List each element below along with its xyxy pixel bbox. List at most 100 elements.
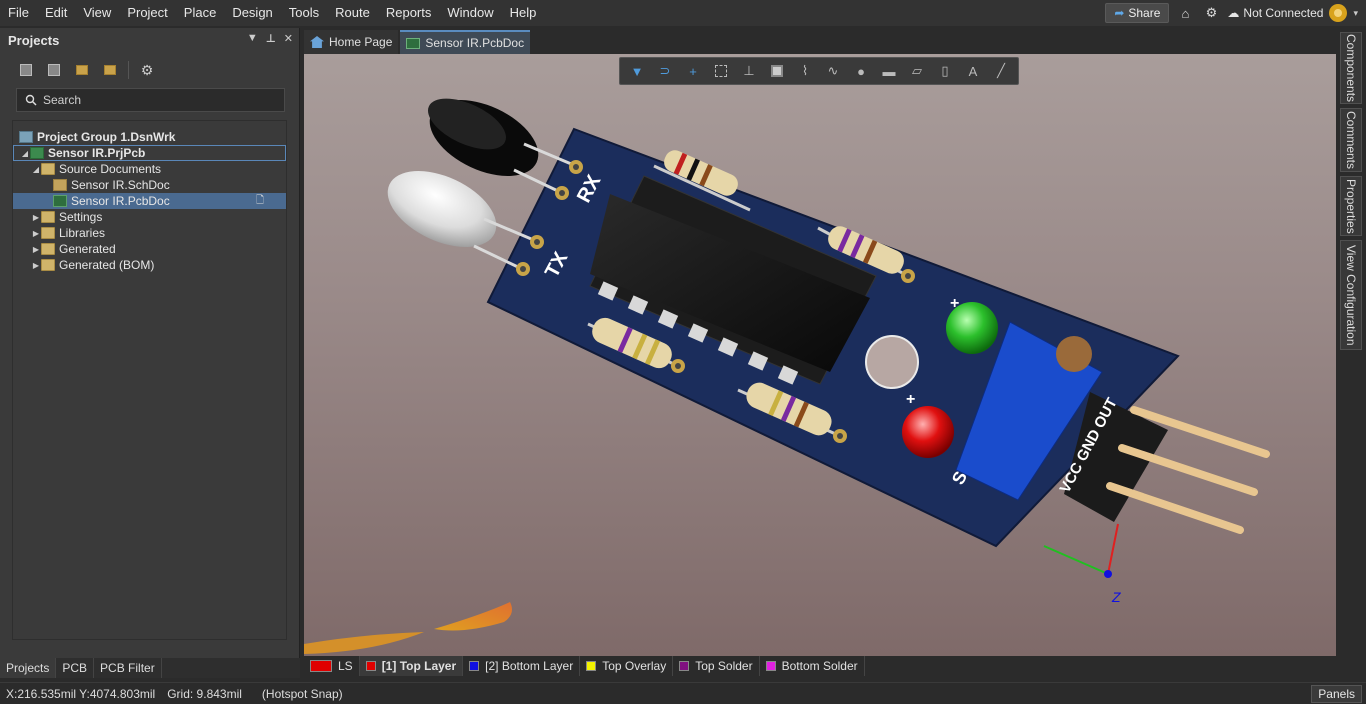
- project-icon: [30, 147, 44, 159]
- tab-pcb[interactable]: PCB: [56, 658, 95, 678]
- menu-help[interactable]: Help: [502, 0, 545, 26]
- tree-item-source-documents[interactable]: ◢ Source Documents: [13, 161, 286, 177]
- cross-select-icon[interactable]: +: [680, 60, 706, 82]
- route-icon[interactable]: ⌇: [792, 60, 818, 82]
- connection-icon: ☁: [1227, 6, 1240, 20]
- menu-edit[interactable]: Edit: [37, 0, 75, 26]
- settings-gear-icon[interactable]: ⚙: [137, 61, 157, 79]
- tree-item-pcbdoc[interactable]: Sensor IR.PcbDoc 🗋: [13, 193, 286, 209]
- project-options-icon[interactable]: [100, 61, 120, 79]
- tree-item-generated[interactable]: ▶ Generated: [13, 241, 286, 257]
- tab-comments[interactable]: Comments: [1340, 108, 1362, 172]
- avatar[interactable]: [1329, 4, 1348, 22]
- 3d-object-cone: [434, 602, 512, 631]
- search-input[interactable]: [43, 93, 263, 107]
- expand-icon[interactable]: ◢: [31, 165, 41, 174]
- expand-icon[interactable]: ▶: [31, 245, 41, 254]
- menu-tools[interactable]: Tools: [281, 0, 327, 26]
- dimension-icon[interactable]: ▱: [904, 60, 930, 82]
- layer-tab-top-overlay[interactable]: Top Overlay: [580, 656, 674, 676]
- tab-components[interactable]: Components: [1340, 32, 1362, 104]
- menu-reports[interactable]: Reports: [378, 0, 440, 26]
- save-icon[interactable]: [16, 61, 36, 79]
- save-all-icon[interactable]: [44, 61, 64, 79]
- schematic-icon: [53, 179, 67, 191]
- tree-item-libraries[interactable]: ▶ Libraries: [13, 225, 286, 241]
- menu-place[interactable]: Place: [176, 0, 225, 26]
- diff-pair-icon[interactable]: ∿: [820, 60, 846, 82]
- folder-icon: [41, 211, 55, 223]
- tab-properties[interactable]: Properties: [1340, 176, 1362, 236]
- expand-icon[interactable]: ▶: [31, 213, 41, 222]
- text-icon[interactable]: A: [960, 60, 986, 82]
- layer-swatch: [679, 661, 690, 671]
- tab-sensor-pcbdoc[interactable]: Sensor IR.PcbDoc: [400, 30, 531, 54]
- menu-design[interactable]: Design: [224, 0, 280, 26]
- tab-pcb-filter[interactable]: PCB Filter: [94, 658, 162, 678]
- gear-icon[interactable]: ⚙: [1201, 3, 1221, 23]
- tree-item-schdoc[interactable]: Sensor IR.SchDoc: [13, 177, 286, 193]
- select-box-icon[interactable]: [708, 60, 734, 82]
- tree-item-project[interactable]: ◢ Sensor IR.PrjPcb: [13, 145, 286, 161]
- axis-gizmo: Z: [1043, 523, 1121, 605]
- home-page-icon: [310, 36, 324, 48]
- menu-window[interactable]: Window: [439, 0, 501, 26]
- menu-view[interactable]: View: [75, 0, 119, 26]
- expand-icon[interactable]: ◢: [20, 149, 30, 158]
- document-tabs: Home Page Sensor IR.PcbDoc: [304, 28, 1336, 54]
- folder-icon: [41, 163, 55, 175]
- share-button[interactable]: ➦ Share: [1105, 3, 1170, 23]
- line-icon[interactable]: ╱: [988, 60, 1014, 82]
- active-bar: ▼ ⊃ + ⊥ ⌇ ∿ ● ▬ ▱ ▯ A ╱: [619, 57, 1019, 85]
- layer-tab-bottom-solder[interactable]: Bottom Solder: [760, 656, 865, 676]
- potentiometer-knob: [1056, 336, 1092, 372]
- layer-set-button[interactable]: LS: [304, 656, 360, 676]
- expand-icon[interactable]: ▶: [31, 261, 41, 270]
- tab-projects[interactable]: Projects: [0, 658, 57, 678]
- layer-tabs: LS [1] Top Layer [2] Bottom Layer Top Ov…: [304, 656, 1336, 676]
- layer-tab-top-solder[interactable]: Top Solder: [673, 656, 760, 676]
- tree-item-project-group[interactable]: Project Group 1.DsnWrk: [13, 129, 286, 145]
- component-icon[interactable]: [764, 60, 790, 82]
- via-icon[interactable]: ●: [848, 60, 874, 82]
- folder-icon: [41, 243, 55, 255]
- header-pin-3: [1106, 482, 1244, 534]
- panels-button[interactable]: Panels: [1311, 685, 1362, 703]
- tree-item-settings[interactable]: ▶ Settings: [13, 209, 286, 225]
- connection-status[interactable]: ☁ Not Connected: [1227, 6, 1323, 20]
- layer-tab-top[interactable]: [1] Top Layer: [359, 656, 464, 676]
- project-group-icon: [19, 131, 33, 143]
- z-axis-label: Z: [1111, 589, 1121, 605]
- menu-project[interactable]: Project: [119, 0, 175, 26]
- menu-route[interactable]: Route: [327, 0, 378, 26]
- pcb-3d-viewport[interactable]: RX TX + + S VCC GND OUT Z ▼ ⊃ + ⊥ ⌇ ∿ ● …: [304, 54, 1336, 656]
- open-project-icon[interactable]: [72, 61, 92, 79]
- tab-home-page[interactable]: Home Page: [304, 30, 399, 54]
- search-icon: [25, 94, 37, 106]
- layer-swatch: [586, 661, 597, 671]
- menu-file[interactable]: File: [0, 0, 37, 26]
- layer-swatch: [365, 661, 376, 671]
- search-box[interactable]: [16, 88, 285, 112]
- interactive-routing-icon[interactable]: ⊃: [652, 60, 678, 82]
- align-icon[interactable]: ⊥: [736, 60, 762, 82]
- home-icon[interactable]: ⌂: [1175, 3, 1195, 23]
- panel-title: Projects ▼ ⊥ ✕: [8, 32, 293, 48]
- layer-tab-bottom[interactable]: [2] Bottom Layer: [463, 656, 581, 676]
- filter-icon[interactable]: ▼: [624, 60, 650, 82]
- pin-icon[interactable]: ⊥: [266, 32, 276, 45]
- pcb-icon: [53, 195, 67, 207]
- polygon-icon[interactable]: ▬: [876, 60, 902, 82]
- grid-size: Grid: 9.843mil: [167, 686, 242, 701]
- red-led: [902, 406, 954, 458]
- measure-icon[interactable]: ▯: [932, 60, 958, 82]
- chevron-down-icon[interactable]: ▾: [1353, 8, 1358, 19]
- share-icon: ➦: [1114, 6, 1125, 20]
- panel-menu-icon[interactable]: ▼: [247, 32, 258, 45]
- close-icon[interactable]: ✕: [284, 32, 293, 45]
- tab-view-configuration[interactable]: View Configuration: [1340, 240, 1362, 350]
- expand-icon[interactable]: ▶: [31, 229, 41, 238]
- tree-item-generated-bom[interactable]: ▶ Generated (BOM): [13, 257, 286, 273]
- folder-icon: [41, 227, 55, 239]
- folder-icon: [41, 259, 55, 271]
